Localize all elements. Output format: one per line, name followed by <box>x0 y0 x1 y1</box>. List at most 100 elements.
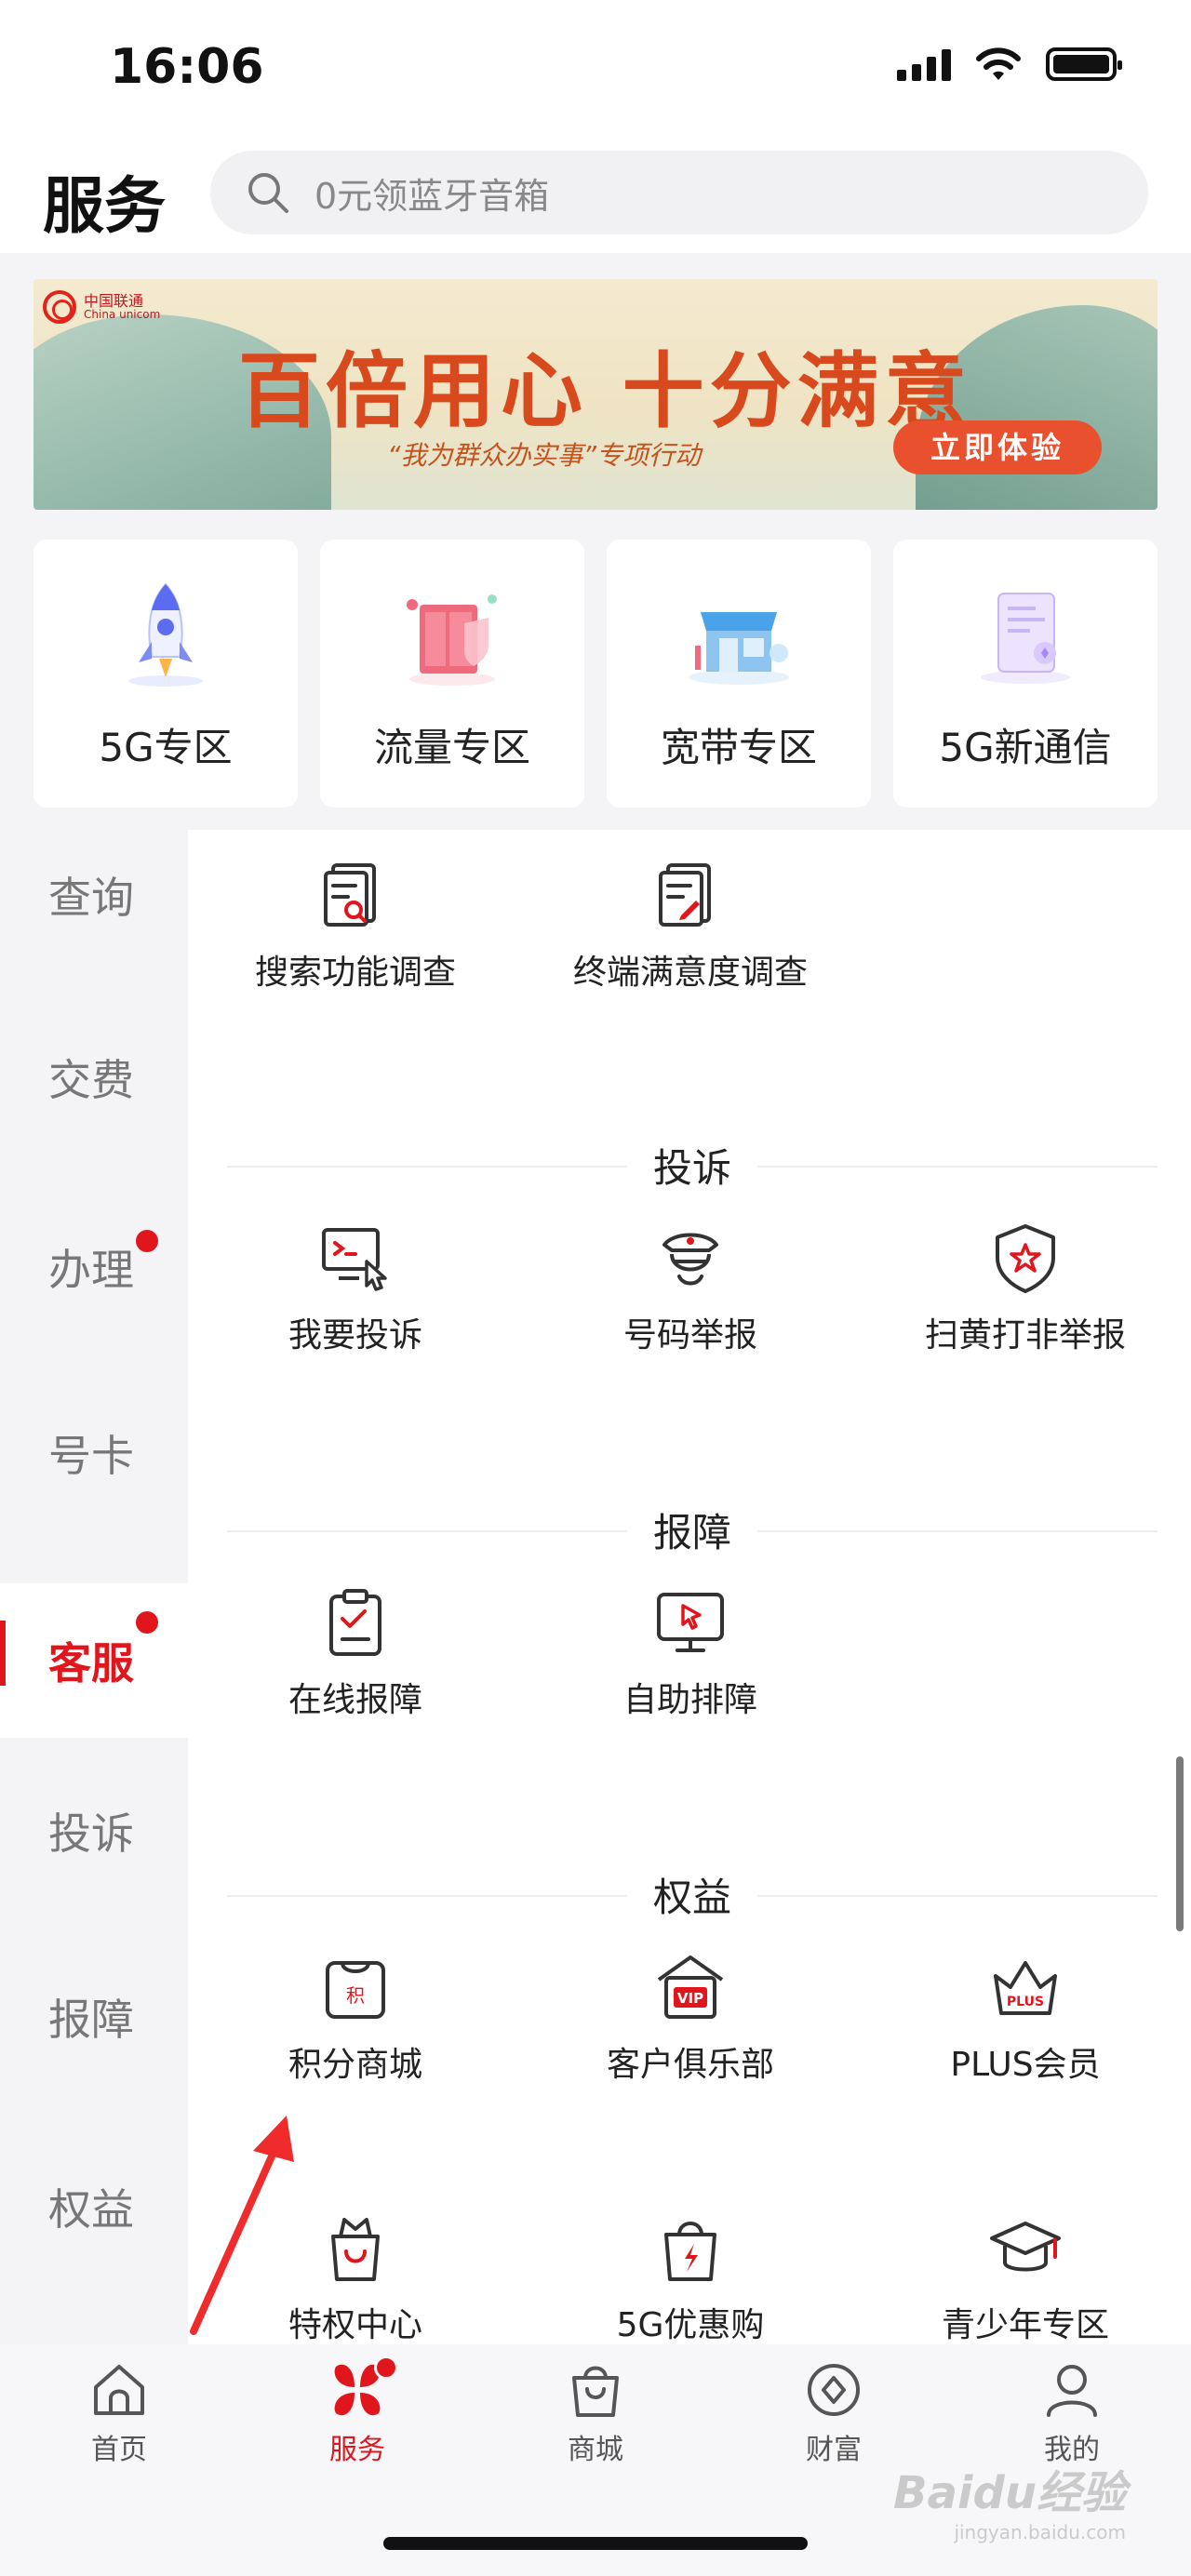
complaint-icon <box>322 1228 387 1291</box>
tile-label: 青少年专区 <box>941 2306 1109 2344</box>
search-survey-tile[interactable]: 搜索功能调查 <box>188 858 523 1007</box>
terminal-survey-tile[interactable]: 终端满意度调查 <box>523 858 858 1007</box>
graduation-cap-icon <box>990 2222 1061 2272</box>
sidebar-item-label: 权益 <box>48 2184 134 2235</box>
clipboard-check-icon <box>329 1589 381 1656</box>
tab-wealth[interactable]: 财富 <box>769 2359 899 2467</box>
sidebar-item-query[interactable]: 查询 <box>0 830 188 960</box>
svg-text:VIP: VIP <box>677 1990 703 2007</box>
promo-banner[interactable]: 中国联通 China unicom 百倍用心 十分满意 “我为群众办实事”专项行… <box>33 279 1158 510</box>
youth-zone-tile[interactable]: 青少年专区 <box>858 2210 1191 2359</box>
sidebar-item-label: 查询 <box>48 873 134 923</box>
sidebar-item-label: 号卡 <box>48 1431 134 1481</box>
terminal-survey-icon <box>659 863 711 927</box>
brand-en: China unicom <box>84 308 161 322</box>
svg-text:积: 积 <box>346 1984 365 2007</box>
tile-label: 我要投诉 <box>288 1316 422 1355</box>
tab-home[interactable]: 首页 <box>54 2359 184 2467</box>
watermark-text: Baidu经验 <box>893 2467 1126 2519</box>
sidebar-item-complaint[interactable]: 投诉 <box>0 1766 188 1896</box>
brand-cn: 中国联通 <box>84 291 144 310</box>
banner-headline: 百倍用心 十分满意 <box>238 342 972 439</box>
search-survey-icon <box>324 863 376 927</box>
sidebar-item-benefits[interactable]: 权益 <box>0 2142 188 2272</box>
header: 服务 0元领蓝牙音箱 <box>0 140 1191 251</box>
tile-label: PLUS会员 <box>950 2046 1101 2084</box>
sidebar-item-customer-service[interactable]: 客服 <box>0 1583 188 1738</box>
service-content: 搜索功能调查 终端满意度调查 投诉 我要投诉 号码举报 扫黄打非举报 报障 在线… <box>188 830 1191 2344</box>
tile-label: 自助排障 <box>622 1681 757 1719</box>
sidebar-item-handle[interactable]: 办理 <box>0 1202 188 1332</box>
sidebar-item-label: 客服 <box>48 1638 134 1688</box>
monitor-cursor-icon <box>657 1593 724 1652</box>
section-title-complaint: 投诉 <box>227 1137 1158 1194</box>
shopping-bag-icon <box>572 2366 619 2417</box>
status-time: 16:06 <box>110 39 264 95</box>
sidebar-item-sim-card[interactable]: 号卡 <box>0 1388 188 1518</box>
zone-card-broadband[interactable]: 宽带专区 <box>607 540 871 808</box>
anti-porn-report-tile[interactable]: 扫黄打非举报 <box>858 1221 1191 1369</box>
sidebar-item-label: 投诉 <box>48 1809 134 1859</box>
banner-subline: “我为群众办实事”专项行动 <box>387 440 702 471</box>
profile-icon <box>1047 2365 1097 2417</box>
zone-label: 5G新通信 <box>939 725 1112 770</box>
new-communication-icon <box>981 593 1070 684</box>
sidebar-item-label: 交费 <box>48 1055 134 1105</box>
plus-member-tile[interactable]: PLUS PLUS会员 <box>858 1950 1191 2099</box>
tile-label: 5G优惠购 <box>616 2306 765 2344</box>
unicom-knot-icon <box>43 290 76 324</box>
tab-label: 财富 <box>806 2434 862 2466</box>
banner-cta-button[interactable]: 立即体验 <box>893 420 1102 474</box>
online-fault-tile[interactable]: 在线报障 <box>188 1585 523 1734</box>
zone-cards: 5G专区 流量专区 宽带专区 5G新通信 <box>33 540 1158 808</box>
vip-club-tile[interactable]: VIP 客户俱乐部 <box>523 1950 858 2099</box>
battery-icon <box>1046 47 1122 81</box>
status-icons <box>897 47 1122 82</box>
zone-card-traffic[interactable]: 流量专区 <box>320 540 584 808</box>
scrollbar-thumb[interactable] <box>1176 1756 1184 1931</box>
self-troubleshoot-tile[interactable]: 自助排障 <box>523 1585 858 1734</box>
wifi-icon <box>976 47 1021 80</box>
home-indicator[interactable] <box>383 2537 808 2550</box>
search-input[interactable]: 0元领蓝牙音箱 <box>210 151 1148 234</box>
search-icon <box>248 173 288 213</box>
5g-shopping-icon <box>664 2222 716 2281</box>
sidebar-item-fault-report[interactable]: 报障 <box>0 1952 188 2082</box>
category-sidebar: 查询 交费 办理 号卡 客服 投诉 报障 权益 <box>0 830 188 2344</box>
tab-mall[interactable]: 商城 <box>530 2359 661 2467</box>
tab-service[interactable]: 服务 <box>292 2356 422 2467</box>
tile-label: 搜索功能调查 <box>254 954 456 992</box>
page-title: 服务 <box>43 170 166 242</box>
tab-label: 服务 <box>329 2434 385 2466</box>
tab-label: 首页 <box>91 2434 147 2466</box>
points-mall-tile[interactable]: 积 积分商城 <box>188 1950 523 2099</box>
shield-star-icon <box>996 1224 1055 1293</box>
sidebar-item-label: 办理 <box>48 1245 134 1295</box>
tab-profile[interactable]: 我的 <box>1007 2359 1137 2467</box>
rocket-icon <box>128 582 203 687</box>
data-traffic-icon <box>407 594 497 686</box>
complaint-tile[interactable]: 我要投诉 <box>188 1221 523 1369</box>
status-bar: 16:06 <box>0 0 1191 130</box>
zone-card-new-comm[interactable]: 5G新通信 <box>893 540 1158 808</box>
tile-label: 积分商城 <box>288 2046 422 2084</box>
notification-badge <box>374 2356 398 2380</box>
home-icon <box>94 2365 144 2415</box>
sidebar-item-label: 报障 <box>48 1995 134 2045</box>
wealth-coin-icon <box>808 2364 860 2416</box>
privilege-bag-icon <box>331 2218 380 2281</box>
tile-label: 扫黄打非举报 <box>924 1316 1126 1355</box>
notification-badge <box>136 1611 158 1634</box>
china-unicom-logo: 中国联通 China unicom <box>43 290 160 324</box>
number-report-tile[interactable]: 号码举报 <box>523 1221 858 1369</box>
sidebar-item-payment[interactable]: 交费 <box>0 1012 188 1142</box>
zone-label: 宽带专区 <box>660 725 817 770</box>
svg-text:PLUS: PLUS <box>1007 1995 1044 2009</box>
search-placeholder: 0元领蓝牙音箱 <box>314 175 550 217</box>
zone-card-5g[interactable]: 5G专区 <box>33 540 298 808</box>
tile-label: 在线报障 <box>288 1681 422 1719</box>
notification-badge <box>136 1230 158 1252</box>
section-title-fault: 报障 <box>227 1502 1158 1558</box>
zone-label: 5G专区 <box>99 725 233 770</box>
5g-discount-tile[interactable]: 5G优惠购 <box>523 2210 858 2359</box>
